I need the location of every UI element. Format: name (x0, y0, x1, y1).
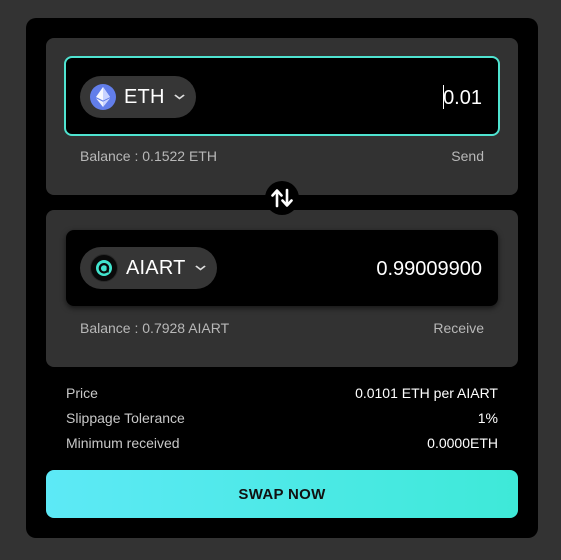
minimum-received-value: 0.0000ETH (427, 435, 498, 451)
from-token-selector[interactable]: ETH (80, 76, 196, 118)
text-caret (443, 85, 444, 109)
receive-label: Receive (433, 320, 484, 336)
from-balance: Balance : 0.1522 ETH (80, 148, 217, 164)
minimum-received-label: Minimum received (66, 435, 180, 451)
minimum-received-row: Minimum received 0.0000ETH (66, 435, 498, 451)
send-label: Send (451, 148, 484, 164)
swap-card: ETH Balance : 0.1522 ETH Send (26, 18, 538, 538)
to-amount-box[interactable]: AIART (66, 230, 498, 306)
swap-arrows-icon (271, 188, 293, 208)
ethereum-icon (90, 84, 116, 110)
price-row: Price 0.0101 ETH per AIART (66, 385, 498, 401)
to-token-symbol: AIART (126, 256, 186, 279)
aiart-icon (90, 254, 118, 282)
slippage-row: Slippage Tolerance 1% (66, 410, 498, 426)
swap-now-button[interactable]: SWAP NOW (46, 470, 518, 518)
chevron-down-icon (194, 262, 206, 274)
from-token-symbol: ETH (124, 85, 165, 108)
swap-direction-button[interactable] (265, 181, 299, 215)
to-balance: Balance : 0.7928 AIART (80, 320, 230, 336)
price-label: Price (66, 385, 98, 401)
from-amount-input[interactable] (282, 84, 482, 112)
from-amount-box[interactable]: ETH (64, 56, 500, 136)
price-value: 0.0101 ETH per AIART (355, 385, 498, 401)
chevron-down-icon (173, 91, 185, 103)
to-token-selector[interactable]: AIART (80, 247, 217, 289)
slippage-value: 1% (477, 410, 498, 426)
to-meta-row: Balance : 0.7928 AIART Receive (80, 320, 484, 336)
slippage-label: Slippage Tolerance (66, 410, 185, 426)
to-amount-input[interactable] (282, 255, 482, 283)
to-panel: AIART Balance : 0.7928 AIART Receive (46, 210, 518, 367)
from-meta-row: Balance : 0.1522 ETH Send (80, 148, 484, 164)
from-panel: ETH Balance : 0.1522 ETH Send (46, 38, 518, 195)
